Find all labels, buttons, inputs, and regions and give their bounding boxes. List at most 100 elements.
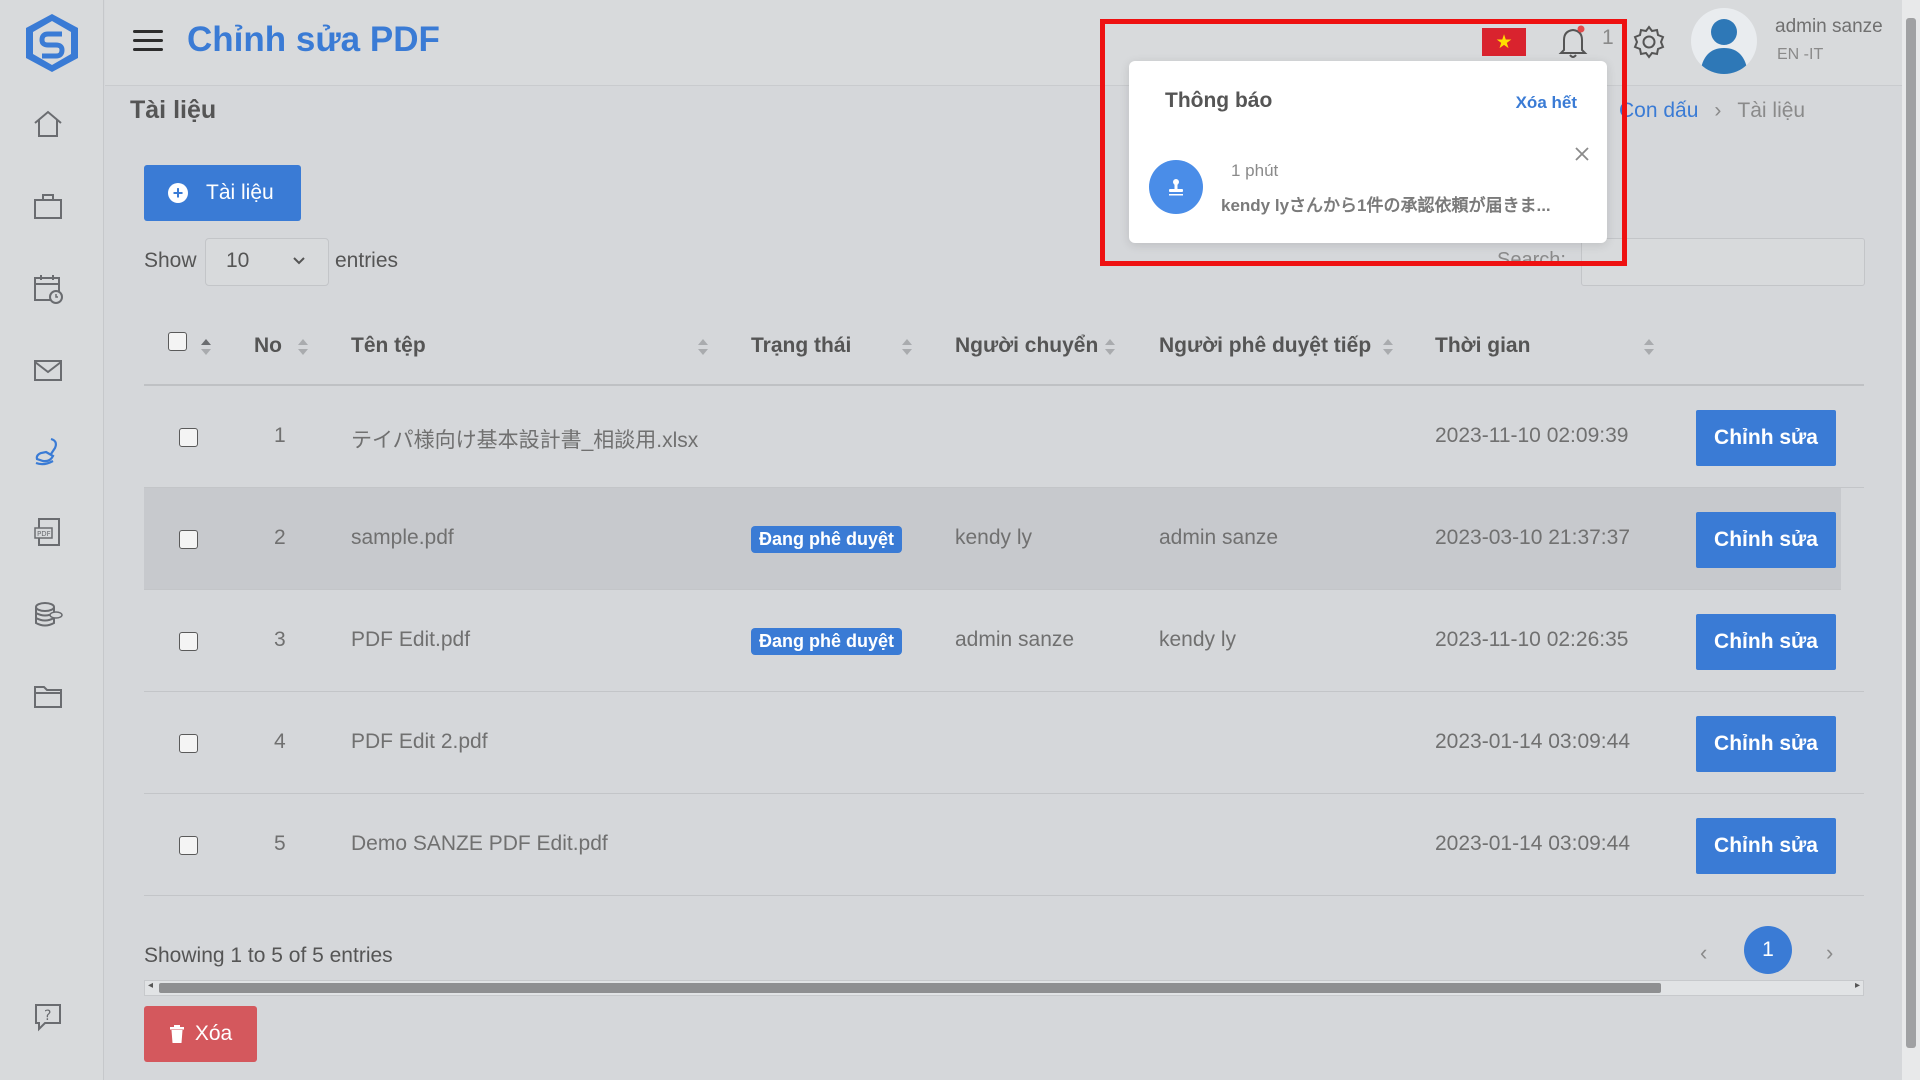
nav-help[interactable]: ? bbox=[28, 996, 68, 1036]
highlight-box bbox=[1100, 19, 1627, 266]
row-no: 4 bbox=[274, 730, 286, 753]
help-icon: ? bbox=[35, 1004, 61, 1032]
svg-text:PDF: PDF bbox=[37, 530, 51, 538]
coins-icon bbox=[35, 602, 63, 627]
nav-stamp[interactable] bbox=[28, 432, 68, 472]
show-label: Show bbox=[144, 249, 197, 272]
page-size-select[interactable]: 10 bbox=[205, 238, 329, 286]
row-file-name: テイパ様向け基本設計書_相談用.xlsx bbox=[351, 429, 699, 452]
chevron-down-icon bbox=[293, 257, 305, 265]
column-header-next-approver[interactable]: Người phê duyệt tiếp bbox=[1159, 334, 1371, 358]
row-file-name: Demo SANZE PDF Edit.pdf bbox=[351, 832, 608, 855]
page-title: Tài liệu bbox=[130, 96, 217, 124]
sort-icon[interactable] bbox=[901, 339, 913, 357]
row-next-approver: admin sanze bbox=[1159, 526, 1279, 549]
horizontal-scrollbar[interactable]: ◂ ▸ bbox=[144, 980, 1864, 996]
menu-toggle-icon[interactable] bbox=[133, 30, 163, 56]
user-avatar-icon bbox=[1700, 19, 1748, 74]
row-next-approver: kendy ly bbox=[1159, 628, 1237, 651]
nav-pdf[interactable]: PDF bbox=[28, 512, 68, 552]
row-file-name: sample.pdf bbox=[351, 526, 454, 549]
top-bar: Chỉnh sửa PDF ★ 1 admin sanze EN -IT bbox=[105, 0, 1902, 86]
home-icon bbox=[34, 110, 62, 137]
pagination-prev-icon[interactable]: ‹ bbox=[1700, 940, 1707, 966]
nav-briefcase[interactable] bbox=[28, 186, 68, 226]
logo-icon[interactable] bbox=[22, 12, 82, 74]
entries-label: entries bbox=[335, 249, 399, 272]
avatar[interactable] bbox=[1691, 8, 1757, 74]
row-sender: kendy ly bbox=[955, 526, 1033, 549]
row-time: 2023-01-14 03:09:44 bbox=[1435, 832, 1630, 855]
user-name: admin sanze bbox=[1775, 16, 1883, 37]
row-time: 2023-11-10 02:09:39 bbox=[1435, 424, 1629, 447]
column-header-sender[interactable]: Người chuyển bbox=[955, 334, 1098, 358]
row-time: 2023-11-10 02:26:35 bbox=[1435, 628, 1629, 651]
status-badge: Đang phê duyệt bbox=[751, 526, 903, 553]
status-badge: Đang phê duyệt bbox=[751, 628, 903, 655]
plus-circle-icon: + bbox=[168, 183, 188, 203]
row-no: 1 bbox=[274, 424, 286, 447]
sort-icon[interactable] bbox=[1104, 339, 1116, 357]
nav-calendar[interactable] bbox=[28, 268, 68, 308]
nav-folder[interactable] bbox=[28, 676, 68, 716]
sort-icon[interactable] bbox=[697, 339, 709, 357]
sort-icon[interactable] bbox=[1382, 339, 1394, 357]
user-role: EN -IT bbox=[1777, 46, 1824, 63]
scrollbar-thumb[interactable] bbox=[1906, 18, 1916, 1048]
gear-icon[interactable] bbox=[1629, 22, 1669, 62]
vertical-scrollbar[interactable] bbox=[1902, 0, 1920, 1080]
table-row: 4 PDF Edit 2.pdf 2023-01-14 03:09:44 Chỉ… bbox=[144, 692, 1864, 794]
nav-mail[interactable] bbox=[28, 350, 68, 390]
row-time: 2023-01-14 03:09:44 bbox=[1435, 730, 1630, 753]
column-header-time[interactable]: Thời gian bbox=[1435, 334, 1530, 358]
row-checkbox[interactable] bbox=[179, 530, 198, 549]
add-document-button[interactable]: + Tài liệu bbox=[144, 165, 301, 221]
sort-icon[interactable] bbox=[297, 339, 309, 357]
table-row: 2 sample.pdf Đang phê duyệt kendy ly adm… bbox=[144, 488, 1841, 590]
edit-button[interactable]: Chỉnh sửa bbox=[1696, 716, 1836, 772]
edit-button[interactable]: Chỉnh sửa bbox=[1696, 818, 1836, 874]
sort-icon[interactable] bbox=[1643, 339, 1655, 357]
pagination-page[interactable]: 1 bbox=[1744, 926, 1792, 974]
edit-button[interactable]: Chỉnh sửa bbox=[1696, 410, 1836, 466]
row-file-name: PDF Edit 2.pdf bbox=[351, 730, 488, 753]
select-all-checkbox[interactable] bbox=[168, 332, 187, 351]
add-document-label: Tài liệu bbox=[206, 181, 274, 204]
row-checkbox[interactable] bbox=[179, 836, 198, 855]
pagination-next-icon[interactable]: › bbox=[1826, 940, 1833, 966]
svg-text:?: ? bbox=[44, 1008, 51, 1024]
row-checkbox[interactable] bbox=[179, 632, 198, 651]
delete-button[interactable]: Xóa bbox=[144, 1006, 257, 1062]
row-file-name: PDF Edit.pdf bbox=[351, 628, 471, 651]
scrollbar-thumb[interactable] bbox=[159, 983, 1661, 993]
row-no: 2 bbox=[274, 526, 286, 549]
nav-coins[interactable] bbox=[28, 594, 68, 634]
page-size-value: 10 bbox=[226, 249, 250, 272]
column-header-status[interactable]: Trạng thái bbox=[751, 334, 851, 358]
table-info: Showing 1 to 5 of 5 entries bbox=[144, 944, 393, 967]
briefcase-icon bbox=[34, 194, 62, 219]
row-checkbox[interactable] bbox=[179, 428, 198, 447]
app-title: Chỉnh sửa PDF bbox=[187, 20, 440, 59]
breadcrumb-item-stamp[interactable]: Con dấu bbox=[1619, 99, 1698, 123]
scroll-left-icon[interactable]: ◂ bbox=[148, 980, 153, 991]
table-row: 1 テイパ様向け基本設計書_相談用.xlsx 2023-11-10 02:09:… bbox=[144, 386, 1864, 488]
nav-home[interactable] bbox=[28, 104, 68, 144]
column-header-no[interactable]: No bbox=[254, 334, 282, 358]
row-checkbox[interactable] bbox=[179, 734, 198, 753]
sidebar: PDF ? bbox=[0, 0, 104, 1080]
edit-button[interactable]: Chỉnh sửa bbox=[1696, 614, 1836, 670]
delete-label: Xóa bbox=[194, 1022, 233, 1045]
breadcrumb-item-current: Tài liệu bbox=[1737, 99, 1806, 122]
table-row: 5 Demo SANZE PDF Edit.pdf 2023-01-14 03:… bbox=[144, 794, 1864, 896]
row-time: 2023-03-10 21:37:37 bbox=[1435, 526, 1630, 549]
row-no: 3 bbox=[274, 628, 286, 651]
breadcrumb: hu › Con dấu › Tài liệu bbox=[1536, 99, 1806, 123]
column-header-file-name[interactable]: Tên tệp bbox=[351, 334, 426, 358]
edit-button[interactable]: Chỉnh sửa bbox=[1696, 512, 1836, 568]
breadcrumb-separator-icon: › bbox=[1714, 99, 1722, 122]
scroll-right-icon[interactable]: ▸ bbox=[1855, 980, 1860, 991]
row-sender: admin sanze bbox=[955, 628, 1075, 651]
sort-icon[interactable] bbox=[200, 339, 212, 357]
table-row: 3 PDF Edit.pdf Đang phê duyệt admin sanz… bbox=[144, 590, 1864, 692]
